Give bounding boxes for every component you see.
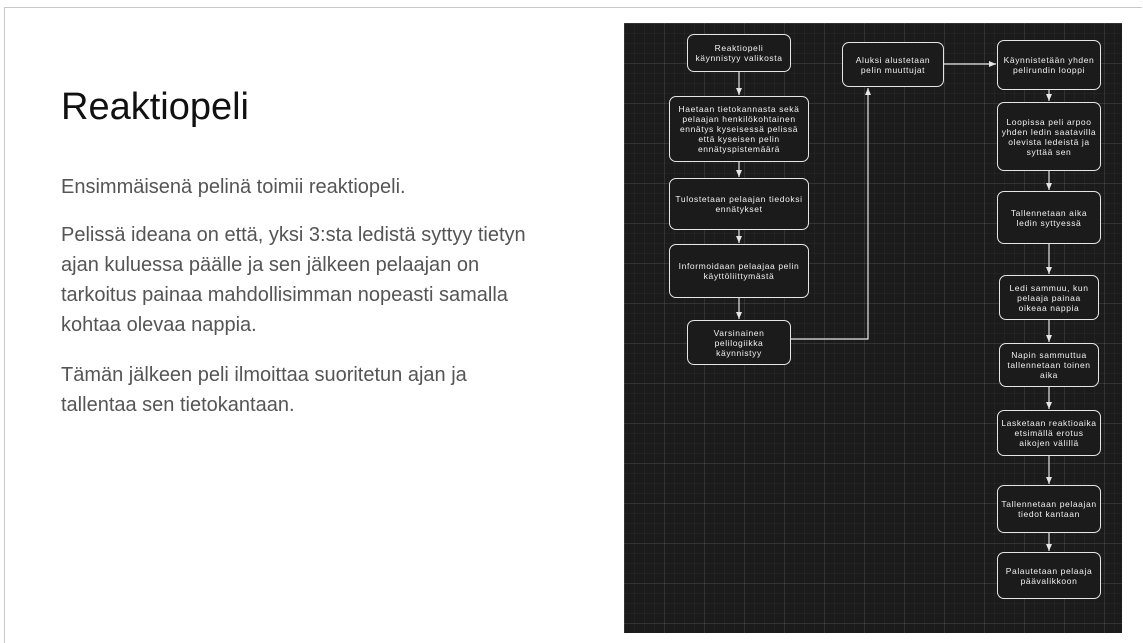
node-init-variables: Aluksi alustetaan pelin muuttujat bbox=[842, 42, 944, 87]
flowchart: Reaktiopeli käynnistyy valikosta Haetaan… bbox=[624, 23, 1122, 633]
node-print-records: Tulostetaan pelaajan tiedoksi ennätykset bbox=[669, 178, 809, 230]
node-fetch-records: Haetaan tietokannasta sekä pelaajan henk… bbox=[669, 96, 809, 162]
paragraph-result: Tämän jälkeen peli ilmoittaa suoritetun … bbox=[61, 364, 467, 416]
node-save-led-time: Tallennetaan aika ledin syttyessä bbox=[997, 191, 1101, 244]
node-inform-ui: Informoidaan pelaajaa pelin käyttöliitty… bbox=[669, 244, 809, 298]
paragraph-idea: Pelissä ideana on että, yksi 3:sta ledis… bbox=[61, 224, 526, 336]
paragraph-intro: Ensimmäisenä pelinä toimii reaktiopeli. bbox=[61, 176, 406, 198]
node-led-off: Ledi sammuu, kun pelaaja painaa oikeaa n… bbox=[999, 275, 1099, 320]
node-save-player-data: Tallennetaan pelaajan tiedot kantaan bbox=[997, 485, 1101, 533]
node-logic-start: Varsinainen pelilogiikka käynnistyy bbox=[687, 320, 791, 365]
node-start-loop: Käynnistetään yhden pelirundin looppi bbox=[997, 40, 1101, 90]
node-return-menu: Palautetaan pelaaja päävalikkoon bbox=[997, 552, 1101, 599]
node-game-start: Reaktiopeli käynnistyy valikosta bbox=[687, 34, 791, 72]
slide-title: Reaktiopeli bbox=[61, 86, 249, 128]
node-calculate-reaction: Lasketaan reaktioaika etsimällä erotus a… bbox=[997, 410, 1101, 456]
node-random-led: Loopissa peli arpoo yhden ledin saatavil… bbox=[997, 102, 1101, 171]
node-save-second-time: Napin sammuttua tallennetaan toinen aika bbox=[999, 343, 1099, 387]
